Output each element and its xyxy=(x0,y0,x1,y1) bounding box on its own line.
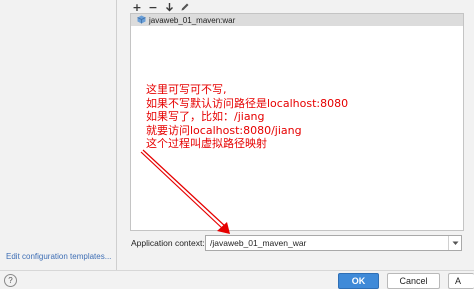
annotation-line: 就要访问localhost:8080/jiang xyxy=(146,123,302,137)
cancel-button[interactable]: Cancel xyxy=(387,273,440,289)
arrow-down-icon[interactable] xyxy=(163,1,175,13)
panel-divider[interactable] xyxy=(116,0,117,270)
application-context-label: Application context: xyxy=(131,238,205,248)
edit-configuration-templates-link[interactable]: Edit configuration templates... xyxy=(6,252,111,261)
deployment-toolbar: + − xyxy=(131,1,191,13)
help-button[interactable]: ? xyxy=(4,274,17,287)
application-context-input[interactable] xyxy=(206,236,448,250)
remove-button[interactable]: − xyxy=(147,1,159,13)
annotation-line: 这里可写可不写, xyxy=(146,83,227,96)
ok-button[interactable]: OK xyxy=(338,273,379,289)
dialog-button-bar: ? OK Cancel A xyxy=(0,270,474,289)
configuration-tree-panel: Edit configuration templates... xyxy=(0,0,117,270)
add-button[interactable]: + xyxy=(131,1,143,13)
artifact-label: javaweb_01_maven:war xyxy=(149,15,236,25)
application-context-combo[interactable] xyxy=(205,235,462,251)
annotation-line: 如果不写默认访问路径是localhost:8080 xyxy=(146,96,349,110)
apply-button[interactable]: A xyxy=(448,273,474,289)
annotation-line: 这个过程叫虚拟路径映射 xyxy=(146,137,267,150)
artifact-icon xyxy=(137,13,146,27)
chevron-down-icon[interactable] xyxy=(448,236,461,250)
red-annotation-text: 这里可写可不写, 如果不写默认访问路径是localhost:8080 如果写了，… xyxy=(146,83,348,151)
annotation-line: 如果写了，比如：/jiang xyxy=(146,110,265,123)
pencil-icon[interactable] xyxy=(179,1,191,13)
run-configuration-dialog: Edit configuration templates... + − java… xyxy=(0,0,474,289)
artifact-list-item[interactable]: javaweb_01_maven:war xyxy=(131,14,463,26)
